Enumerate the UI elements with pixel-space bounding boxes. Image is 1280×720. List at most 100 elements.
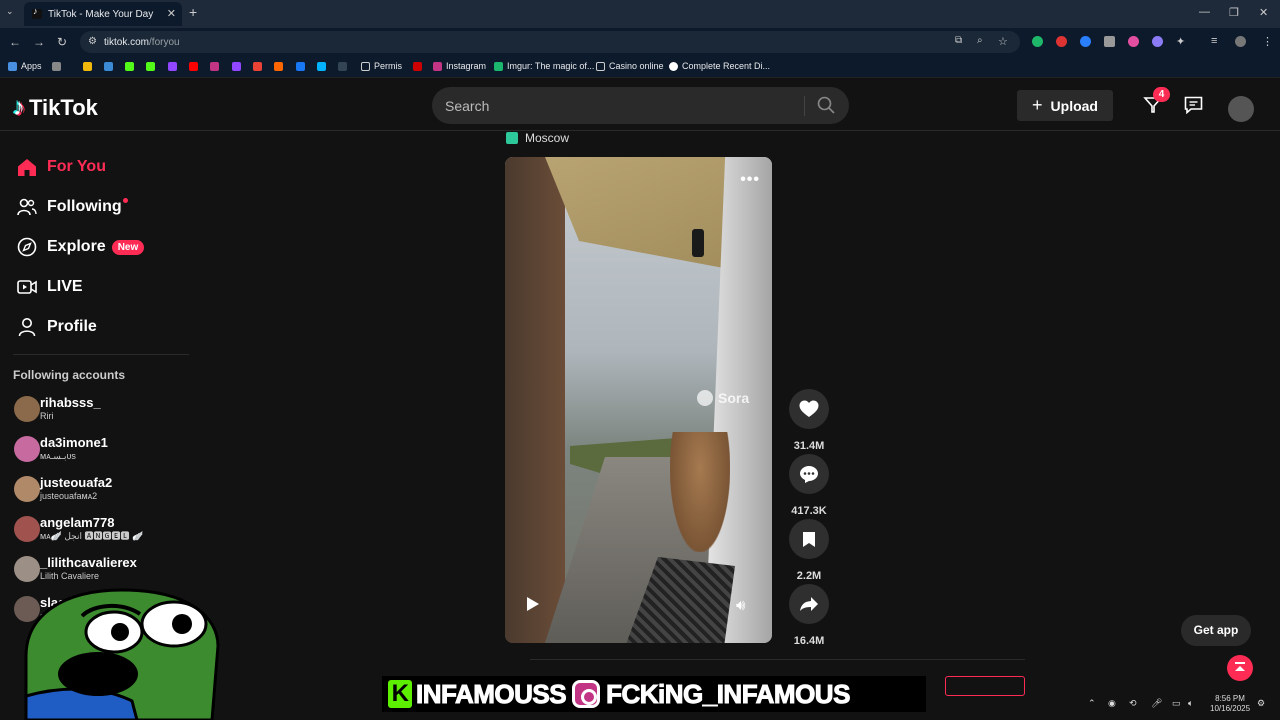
- account-item[interactable]: da3imone1 ᴍᴀبـسـᴜs: [14, 435, 108, 462]
- bookmark-icon[interactable]: [274, 62, 283, 71]
- tray-expand-icon[interactable]: ⌃: [1088, 698, 1099, 709]
- bookmark-icon[interactable]: [104, 62, 113, 71]
- bookmark-icon[interactable]: [210, 62, 219, 71]
- bookmark-icon[interactable]: [125, 62, 134, 71]
- reading-list-icon[interactable]: ≡: [1211, 35, 1217, 47]
- bookmark-icon[interactable]: [789, 519, 829, 559]
- menu-dots-icon[interactable]: ⋮: [1262, 35, 1273, 48]
- bookmark-permis[interactable]: Permis: [361, 61, 402, 71]
- bookmark-icon[interactable]: [52, 62, 61, 71]
- user-avatar[interactable]: [1228, 96, 1254, 122]
- extension-icon[interactable]: [1104, 36, 1115, 47]
- more-options-icon[interactable]: •••: [740, 171, 760, 189]
- share-icon[interactable]: [789, 584, 829, 624]
- bookmark-apps[interactable]: Apps: [8, 61, 42, 71]
- speaker-icon[interactable]: 🔈︎: [1188, 698, 1199, 709]
- extensions-puzzle-icon[interactable]: ✦: [1176, 35, 1185, 48]
- back-icon[interactable]: ←: [9, 35, 21, 49]
- bookmark-icon[interactable]: [83, 62, 92, 71]
- overlay-instagram-handle: FCKiNG_INFAMOUS: [606, 678, 851, 709]
- extension-icon[interactable]: [1080, 36, 1091, 47]
- messages-icon[interactable]: [1184, 96, 1203, 114]
- close-window-icon[interactable]: ✕: [1259, 6, 1268, 19]
- new-tab-icon[interactable]: +: [189, 4, 197, 20]
- video-location[interactable]: Moscow: [506, 131, 569, 145]
- account-item[interactable]: _lilithcavalierex Lilith Cavaliere: [14, 555, 137, 582]
- arrow-up-icon: [1235, 662, 1245, 671]
- discord-icon[interactable]: ◉: [1108, 698, 1119, 709]
- follow-button[interactable]: [945, 676, 1025, 696]
- site-info-icon[interactable]: ⚙: [88, 36, 97, 47]
- like-action[interactable]: 31.4M: [789, 389, 829, 452]
- tab-search-icon[interactable]: ⌄: [6, 6, 14, 17]
- comment-icon[interactable]: [789, 454, 829, 494]
- forward-icon[interactable]: →: [33, 35, 45, 49]
- avatar: [14, 475, 40, 502]
- heart-icon[interactable]: [789, 389, 829, 429]
- bookmark-icon[interactable]: [189, 62, 198, 71]
- nav-explore[interactable]: Explore New: [16, 236, 145, 258]
- avatar: [14, 555, 40, 582]
- search-bar: [432, 87, 849, 124]
- video-player[interactable]: ••• Sora 🔊︎: [505, 157, 772, 643]
- bookmark-github[interactable]: Complete Recent Di...: [669, 61, 770, 71]
- bookmark-icon[interactable]: [338, 62, 347, 71]
- nav-for-you[interactable]: For You: [16, 156, 106, 178]
- search-input[interactable]: [432, 87, 804, 124]
- scroll-to-top-button[interactable]: [1227, 655, 1253, 681]
- bookmark-icon[interactable]: [413, 62, 422, 71]
- extension-icon[interactable]: [1032, 36, 1043, 47]
- new-badge: New: [111, 239, 145, 255]
- bookmark-icon[interactable]: [253, 62, 262, 71]
- account-item[interactable]: justeouafa2 justeouafaᴍᴀ2: [14, 475, 112, 502]
- tiktok-logo[interactable]: ♪ TikTok: [13, 94, 98, 122]
- bookmark-imgur[interactable]: Imgur: The magic of...: [494, 61, 594, 71]
- profile-icon[interactable]: [1235, 36, 1246, 47]
- bookmark-icon[interactable]: [168, 62, 177, 71]
- location-pin-icon: [506, 132, 518, 144]
- bookmark-icon[interactable]: [232, 62, 241, 71]
- account-item[interactable]: rihabsss_ Riri: [14, 395, 101, 422]
- minimize-icon[interactable]: —: [1199, 6, 1210, 18]
- account-names: rihabsss_ Riri: [40, 395, 101, 421]
- save-action[interactable]: 2.2M: [789, 519, 829, 582]
- bookmark-star-icon[interactable]: ☆: [998, 35, 1008, 48]
- get-app-button[interactable]: Get app: [1181, 615, 1251, 646]
- extension-icon[interactable]: [1056, 36, 1067, 47]
- microphone-icon[interactable]: 🎤︎: [1151, 698, 1162, 709]
- nav-live[interactable]: LIVE: [16, 276, 83, 298]
- bookmark-icon[interactable]: [317, 62, 326, 71]
- close-tab-icon[interactable]: ✕: [167, 7, 176, 20]
- share-action[interactable]: 16.4M: [789, 584, 829, 647]
- notification-icon[interactable]: ⚙: [1257, 698, 1268, 709]
- address-bar[interactable]: ⚙ tiktok.com/foryou: [80, 31, 1020, 53]
- sync-icon[interactable]: ⟲: [1129, 698, 1140, 709]
- account-item[interactable]: angelam778 ᴍᴀ🪽 انجل 🅰🅽🅶🅴🅻 🪽: [14, 515, 143, 542]
- play-icon[interactable]: [526, 596, 540, 612]
- search-icon[interactable]: [816, 95, 836, 115]
- extension-icon[interactable]: [1152, 36, 1163, 47]
- zoom-icon[interactable]: ⌕: [977, 35, 983, 46]
- install-app-icon[interactable]: ⧉: [955, 35, 962, 46]
- nav-following[interactable]: Following: [16, 196, 128, 218]
- bookmark-instagram[interactable]: Instagram: [433, 61, 486, 71]
- system-clock[interactable]: 8:56 PM 10/16/2025: [1210, 694, 1250, 714]
- extension-icon[interactable]: [1128, 36, 1139, 47]
- bookmark-icon[interactable]: [296, 62, 305, 71]
- instagram-icon: [572, 680, 601, 708]
- sidebar-divider: [13, 354, 189, 355]
- nav-profile[interactable]: Profile: [16, 316, 97, 338]
- upload-button[interactable]: + Upload: [1017, 90, 1113, 121]
- comment-action[interactable]: 417.3K: [789, 454, 829, 517]
- bookmarks-bar: Apps Permis Instagram Imgur: The magic o…: [0, 56, 1280, 78]
- live-camera-icon: [16, 276, 38, 298]
- reload-icon[interactable]: ↻: [57, 35, 67, 49]
- url-path: /foryou: [149, 36, 180, 48]
- bookmark-casino[interactable]: Casino online: [596, 61, 664, 71]
- bookmark-icon[interactable]: [146, 62, 155, 71]
- volume-icon[interactable]: 🔊︎: [736, 597, 745, 614]
- network-icon[interactable]: ▭: [1172, 698, 1183, 709]
- browser-tab[interactable]: TikTok - Make Your Day ✕: [24, 2, 182, 26]
- inbox-badge: 4: [1153, 87, 1170, 102]
- restore-icon[interactable]: ❐: [1229, 6, 1239, 19]
